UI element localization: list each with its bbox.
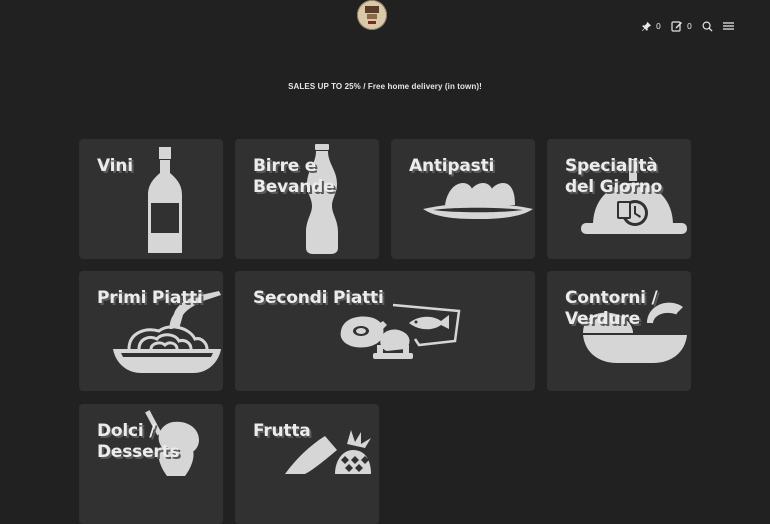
appetizer-plate-icon xyxy=(423,183,533,219)
header-actions: 0 0 xyxy=(641,20,734,32)
category-dolci[interactable]: Dolci / Desserts xyxy=(79,404,223,524)
category-secondi-piatti[interactable]: Secondi Piatti xyxy=(235,271,535,391)
restaurant-logo[interactable] xyxy=(357,0,387,30)
category-label: Dolci / Desserts xyxy=(97,421,180,462)
category-frutta[interactable]: Frutta xyxy=(235,404,379,524)
category-label: Primi Piatti xyxy=(97,288,203,308)
category-label: Specialità del Giorno xyxy=(565,156,663,197)
menu-button[interactable] xyxy=(723,21,734,31)
category-birre-bevande[interactable]: Birre e Bevande xyxy=(235,139,379,259)
category-antipasti[interactable]: Antipasti xyxy=(391,139,535,259)
edit-icon xyxy=(671,21,682,32)
category-label: Birre e Bevande xyxy=(253,156,335,197)
promo-banner: SALES UP TO 25% / Free home delivery (in… xyxy=(288,82,482,91)
category-vini[interactable]: Vini xyxy=(79,139,223,259)
pin-icon xyxy=(641,21,651,31)
category-specialita[interactable]: Specialità del Giorno xyxy=(547,139,691,259)
edit-count: 0 xyxy=(686,21,692,31)
wine-bottle-icon xyxy=(148,147,182,253)
search-icon xyxy=(702,21,713,32)
category-label: Antipasti xyxy=(409,156,495,176)
menu-icon xyxy=(723,22,734,30)
category-label: Frutta xyxy=(253,421,311,441)
pin-count: 0 xyxy=(655,21,661,31)
category-label: Contorni / Verdure xyxy=(565,288,658,329)
search-button[interactable] xyxy=(702,21,713,32)
site-header: 0 0 xyxy=(0,0,770,60)
pin-button[interactable]: 0 xyxy=(641,21,661,32)
category-primi-piatti[interactable]: Primi Piatti xyxy=(79,271,223,391)
logo-icon xyxy=(358,1,386,29)
category-contorni[interactable]: Contorni / Verdure xyxy=(547,271,691,391)
category-label: Secondi Piatti xyxy=(253,288,384,308)
edit-button[interactable]: 0 xyxy=(671,20,692,32)
category-label: Vini xyxy=(97,156,133,176)
meat-fish-icon xyxy=(340,303,461,359)
